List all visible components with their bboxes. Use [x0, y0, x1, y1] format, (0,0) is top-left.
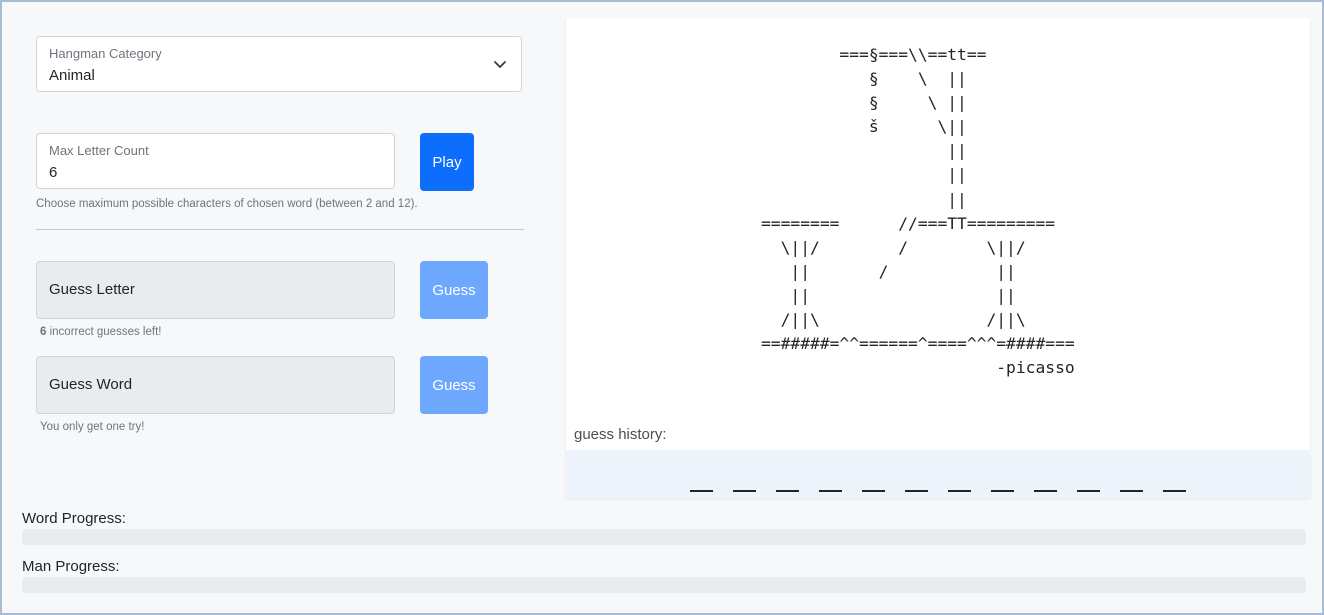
category-value: Animal: [49, 67, 95, 84]
word-progress-label: Word Progress:: [22, 510, 126, 527]
category-label: Hangman Category: [49, 46, 162, 61]
divider: [36, 229, 524, 230]
incorrect-guesses-text: 6 incorrect guesses left!: [40, 326, 161, 338]
letter-blank: [862, 490, 885, 492]
letter-blank: [1077, 490, 1100, 492]
max-letter-help-text: Choose maximum possible characters of ch…: [36, 198, 418, 210]
word-blanks: [690, 470, 1186, 492]
word-progress-bar: [22, 529, 1306, 545]
letter-blank: [1163, 490, 1186, 492]
play-button[interactable]: Play: [420, 133, 474, 191]
guess-word-input[interactable]: Guess Word: [36, 356, 395, 414]
letter-blank: [1120, 490, 1143, 492]
guess-letter-input[interactable]: Guess Letter: [36, 261, 395, 319]
guess-word-button[interactable]: Guess: [420, 356, 488, 414]
word-blanks-area: [566, 450, 1310, 498]
man-progress-label: Man Progress:: [22, 558, 120, 575]
category-select[interactable]: Hangman Category Animal: [36, 36, 522, 92]
letter-blank: [948, 490, 971, 492]
letter-blank: [776, 490, 799, 492]
man-progress-bar: [22, 577, 1306, 593]
app-frame: Hangman Category Animal Max Letter Count…: [0, 0, 1324, 615]
letter-blank: [690, 490, 713, 492]
incorrect-guesses-suffix: incorrect guesses left!: [46, 326, 162, 338]
max-letter-count-value: 6: [49, 164, 58, 181]
letter-blank: [905, 490, 928, 492]
hangman-panel: ===§===\\==tt== § \ || § \ || š \|| || |…: [566, 18, 1310, 498]
guess-letter-button[interactable]: Guess: [420, 261, 488, 319]
guess-history-label: guess history:: [574, 426, 667, 443]
max-letter-count-label: Max Letter Count: [49, 143, 149, 158]
letter-blank: [991, 490, 1014, 492]
hangman-ascii-art: ===§===\\==tt== § \ || § \ || š \|| || |…: [761, 45, 1075, 378]
chevron-down-icon: [494, 61, 506, 68]
letter-blank: [1034, 490, 1057, 492]
guess-word-help-text: You only get one try!: [40, 421, 145, 433]
max-letter-count-field[interactable]: Max Letter Count 6: [36, 133, 395, 189]
letter-blank: [819, 490, 842, 492]
letter-blank: [733, 490, 756, 492]
